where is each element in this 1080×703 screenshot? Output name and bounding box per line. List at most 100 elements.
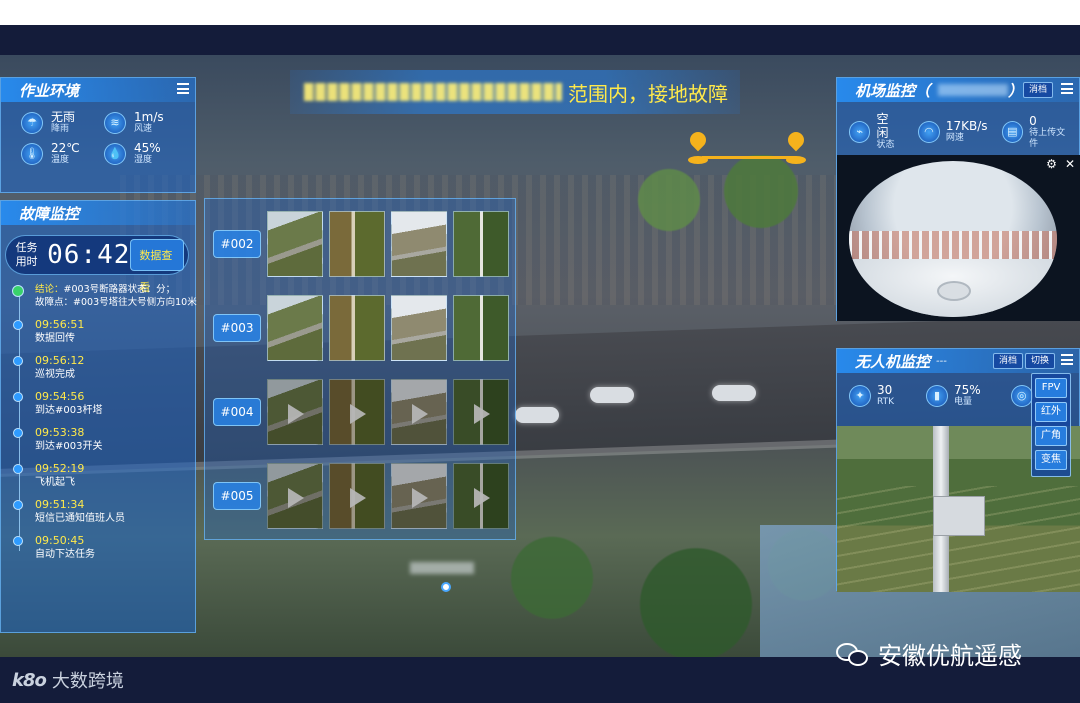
photo-thumbnail[interactable] [267, 211, 323, 277]
video-thumbnail[interactable] [267, 379, 323, 445]
photo-thumbnail[interactable] [329, 295, 385, 361]
timeline-dot-icon [13, 356, 23, 366]
banner-text: 范围内，接地故障 [568, 81, 728, 106]
watermark-right-text: 安徽优航遥感 [878, 642, 1022, 670]
clear-button[interactable]: 消档 [1022, 82, 1053, 98]
timeline-time: 09:50:45 [35, 534, 85, 547]
env-temperature: 🌡 22℃ 温度 [21, 141, 104, 166]
tower-tag-button[interactable]: #002 [213, 230, 261, 258]
location-pin-icon[interactable] [441, 582, 451, 592]
timeline-time: 09:53:38 [35, 426, 85, 439]
mode-infrared-button[interactable]: 红外 [1035, 402, 1067, 422]
menu-icon[interactable] [1061, 83, 1073, 94]
gallery-row: #002 [205, 207, 517, 279]
photo-thumbnail[interactable] [391, 295, 447, 361]
thermometer-icon: 🌡 [21, 142, 43, 165]
drone-monitoring-panel: 无人机监控 --- 消档 切换 ✦ 30 RTK ▮ 75% 电量 ◎ FPV … [836, 348, 1080, 592]
map-marker-icon[interactable] [784, 128, 808, 166]
stat-label: 待上传文件 [1029, 127, 1066, 149]
gallery-row: #005 [205, 459, 517, 531]
photo-thumbnail[interactable] [267, 295, 323, 361]
play-icon [474, 488, 490, 508]
mode-wide-button[interactable]: 广角 [1035, 426, 1067, 446]
conclusion-text: #003号断路器状态：分； [63, 284, 176, 295]
gallery-row: #003 [205, 291, 517, 363]
timeline-time: 09:54:56 [35, 390, 85, 403]
timeline-desc: 到达#003开关 [35, 441, 103, 452]
timeline-item: 09:56:51 数据回传 [13, 318, 191, 345]
map-marker-icon[interactable] [686, 128, 710, 166]
battery-icon: ▮ [926, 384, 948, 407]
timeline-desc: 到达#003杆塔 [35, 405, 103, 416]
env-label: 湿度 [134, 155, 153, 165]
env-value: 无雨 [51, 110, 76, 124]
watermark-right: 安徽优航遥感 [836, 636, 1022, 671]
panel-title: 无人机监控 [855, 352, 931, 371]
video-thumbnail[interactable] [391, 379, 447, 445]
satellite-icon: ✦ [849, 384, 871, 407]
timeline-item: 09:52:19 飞机起飞 [13, 462, 191, 489]
stat-label: 电量 [954, 397, 973, 407]
fault-banner: 范围内，接地故障 [290, 70, 740, 114]
airport-status: ⌁ 空闲 状态 [849, 112, 900, 151]
video-thumbnail[interactable] [391, 463, 447, 529]
screen: 范围内，接地故障 作业环境 ☂ 无雨降雨 ≋ 1m/s风速 🌡 22℃温度 [0, 0, 1080, 703]
camera-lens [937, 281, 971, 301]
panel-header: 作业环境 [1, 78, 195, 102]
tower-tag-button[interactable]: #003 [213, 314, 261, 342]
stat-value: 空闲 [876, 112, 889, 140]
clear-button[interactable]: 消档 [992, 353, 1023, 369]
env-value: 22℃ [51, 141, 80, 155]
video-thumbnail[interactable] [453, 463, 509, 529]
camera-mode-menu: FPV 红外 广角 变焦 [1031, 373, 1071, 477]
timeline-desc: 飞机起飞 [35, 477, 75, 488]
tower-tag-button[interactable]: #005 [213, 482, 261, 510]
menu-icon[interactable] [177, 83, 189, 94]
play-icon [350, 404, 366, 424]
env-label: 温度 [51, 155, 70, 165]
stat-value: 0 [1029, 113, 1037, 128]
switch-button[interactable]: 切换 [1024, 353, 1055, 369]
timeline-dot-icon [13, 464, 23, 474]
camera-settings-icon[interactable]: ⚙ [1046, 157, 1057, 171]
status-dot-icon [12, 285, 24, 297]
timeline-dot-icon [13, 320, 23, 330]
airport-pending-files: ▤ 0 待上传文件 [1001, 113, 1073, 150]
photo-thumbnail[interactable] [453, 295, 509, 361]
panel-header: 无人机监控 --- 消档 切换 [837, 349, 1079, 373]
fault-point-text: #003号塔往大号侧方向10米 [73, 297, 197, 308]
timeline-item: 09:53:38 到达#003开关 [13, 426, 191, 453]
conclusion-key: 结论： [35, 284, 64, 295]
vehicle [712, 385, 756, 401]
top-frame-bar [0, 25, 1080, 55]
inspection-media-gallery: #002 #003 #004 #005 [204, 198, 516, 540]
drone-battery: ▮ 75% 电量 [926, 383, 981, 408]
timeline-time: 09:52:19 [35, 462, 85, 475]
tower-tag-button[interactable]: #004 [213, 398, 261, 426]
video-thumbnail[interactable] [267, 463, 323, 529]
video-thumbnail[interactable] [329, 379, 385, 445]
drone-signal: ◎ [1010, 384, 1033, 407]
photo-thumbnail[interactable] [453, 211, 509, 277]
event-timeline: 结论：#003号断路器状态：分； 故障点：#003号塔往大号侧方向10米 09:… [1, 283, 197, 561]
stat-value: 17KB/s [945, 119, 988, 133]
close-icon[interactable]: ✕ [1065, 157, 1075, 171]
menu-icon[interactable] [1061, 354, 1073, 365]
airport-camera-feed[interactable]: ⚙ ✕ [837, 155, 1080, 321]
photo-thumbnail[interactable] [329, 211, 385, 277]
timeline-time: 09:56:51 [35, 318, 85, 331]
timeline-item: 09:51:34 短信已通知值班人员 [13, 498, 191, 525]
mode-zoom-button[interactable]: 变焦 [1035, 450, 1067, 470]
airport-name-redacted [938, 84, 1009, 96]
photo-thumbnail[interactable] [391, 211, 447, 277]
video-thumbnail[interactable] [329, 463, 385, 529]
panel-title-suffix: --- [936, 355, 947, 367]
task-timer: 任务用时 06:42 数据查看 [5, 235, 189, 294]
drone-rtk: ✦ 30 RTK [849, 383, 894, 408]
env-wind: ≋ 1m/s 风速 [104, 110, 187, 135]
view-data-button[interactable]: 数据查看 [130, 239, 184, 294]
panel-title: 故障监控 [19, 204, 80, 223]
env-value: 45% [134, 141, 161, 155]
mode-fpv-button[interactable]: FPV [1035, 378, 1067, 398]
video-thumbnail[interactable] [453, 379, 509, 445]
